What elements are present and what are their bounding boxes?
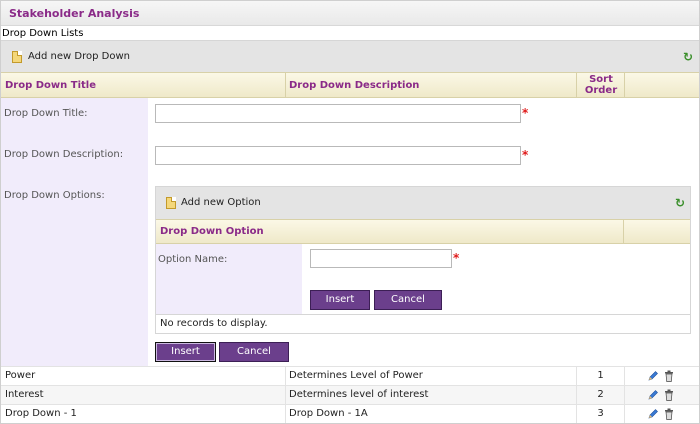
add-new-option-link[interactable]: Add new Option [181, 197, 261, 208]
options-command-bar: Add new Option ↻ [156, 187, 690, 219]
edit-pencil-icon[interactable] [647, 370, 659, 382]
window-title: Stakeholder Analysis [9, 7, 140, 20]
options-refresh-icon[interactable]: ↻ [675, 197, 685, 209]
delete-trash-icon[interactable] [664, 370, 674, 382]
edit-pencil-icon[interactable] [647, 389, 659, 401]
add-new-drop-down-link[interactable]: Add new Drop Down [28, 51, 130, 62]
row-sort-order: 3 [577, 405, 625, 423]
column-header-actions [625, 73, 699, 97]
refresh-icon[interactable]: ↻ [683, 51, 693, 63]
delete-trash-icon[interactable] [664, 408, 674, 420]
drop-down-title-label: Drop Down Title: [4, 108, 88, 119]
row-sort-order: 2 [577, 386, 625, 404]
drop-down-description-input[interactable] [155, 146, 521, 165]
grid-header: Drop Down Title Drop Down Description So… [1, 72, 699, 98]
add-document-icon[interactable] [12, 51, 22, 63]
options-grid-header: Drop Down Option [156, 219, 690, 244]
no-records-text: No records to display. [160, 318, 268, 329]
column-header-title[interactable]: Drop Down Title [1, 73, 286, 97]
form-label-column [1, 98, 148, 366]
command-bar: Add new Drop Down ↻ [1, 40, 699, 72]
title-bar: Stakeholder Analysis [1, 1, 699, 26]
row-description: Determines level of interest [286, 386, 577, 404]
row-description: Drop Down - 1A [286, 405, 577, 423]
cancel-button[interactable]: Cancel [219, 342, 289, 362]
row-sort-order: 1 [577, 367, 625, 385]
option-name-input[interactable] [310, 249, 452, 268]
option-insert-button[interactable]: Insert [310, 290, 370, 310]
required-mark: * [453, 251, 460, 265]
column-divider [623, 220, 624, 243]
required-mark: * [522, 148, 529, 162]
options-grid: Add new Option ↻ Drop Down Option Option… [155, 186, 691, 334]
row-title: Drop Down - 1 [5, 405, 286, 423]
no-records-row: No records to display. [156, 314, 690, 333]
drop-down-title-input[interactable] [155, 104, 521, 123]
table-row[interactable]: Interest Determines level of interest 2 [1, 385, 699, 404]
required-mark: * [522, 106, 529, 120]
add-option-icon[interactable] [166, 197, 176, 209]
insert-button[interactable]: Insert [155, 342, 216, 362]
drop-down-description-label: Drop Down Description: [4, 149, 124, 160]
row-description: Determines Level of Power [286, 367, 577, 385]
edit-pencil-icon[interactable] [647, 408, 659, 420]
table-row[interactable]: Drop Down - 1 Drop Down - 1A 3 [1, 404, 699, 423]
option-name-label: Option Name: [158, 254, 228, 265]
section-label: Drop Down Lists [2, 28, 84, 39]
delete-trash-icon[interactable] [664, 389, 674, 401]
drop-down-options-label: Drop Down Options: [4, 190, 105, 201]
table-row[interactable]: Power Determines Level of Power 1 [1, 366, 699, 385]
row-title: Power [5, 367, 286, 385]
column-header-description[interactable]: Drop Down Description [286, 73, 577, 97]
option-cancel-button[interactable]: Cancel [374, 290, 442, 310]
row-title: Interest [5, 386, 286, 404]
column-header-sort-order[interactable]: Sort Order [577, 73, 625, 97]
column-header-option[interactable]: Drop Down Option [160, 226, 264, 237]
